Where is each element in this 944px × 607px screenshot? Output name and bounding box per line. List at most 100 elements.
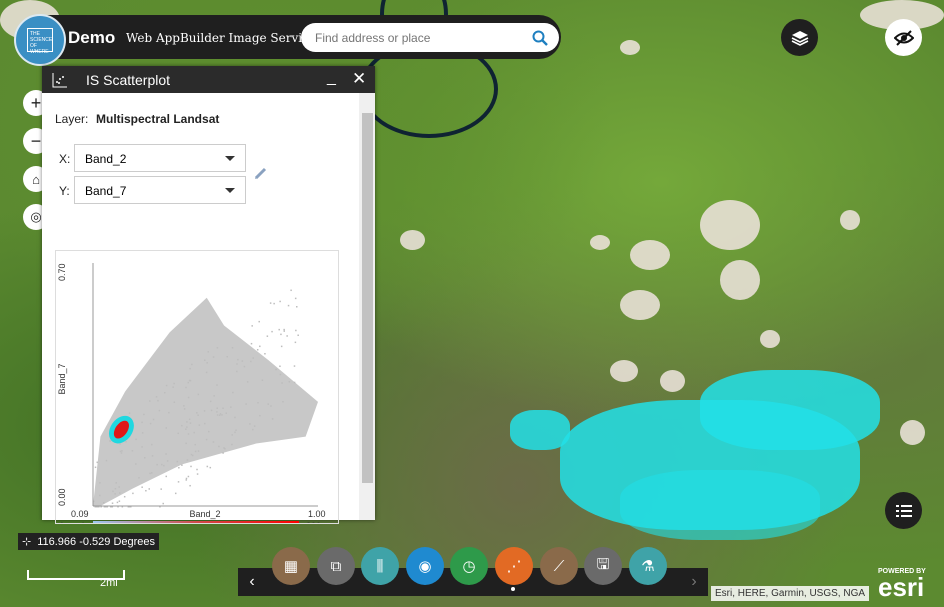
widget-image-display-button[interactable]: ▦ [272, 547, 310, 585]
scatter-point [252, 357, 254, 359]
scatter-point [296, 305, 298, 308]
scatter-point [190, 453, 193, 456]
scatter-point [157, 399, 159, 402]
scatter-point [163, 464, 165, 467]
panel-header[interactable]: IS Scatterplot _ ✕ [42, 66, 375, 93]
scatter-point [216, 384, 218, 386]
widget-visibility-button[interactable]: ◉ [406, 547, 444, 585]
scatter-point [197, 393, 200, 396]
pencil-icon[interactable] [254, 166, 268, 180]
scatterplot-chart[interactable]: 0.09 1.00 0.00 0.70 Band_2 Band_7 freq: 1 200+ [55, 250, 339, 531]
panel-scrollbar[interactable] [359, 93, 375, 520]
scatter-point [278, 328, 280, 331]
scatter-point [216, 347, 219, 349]
dock-prev-button[interactable]: ‹ [238, 568, 266, 596]
attribute-table-button[interactable] [885, 492, 922, 529]
widget-compare-button[interactable]: ⧉ [317, 547, 355, 585]
scrollbar-thumb[interactable] [362, 113, 373, 483]
scatter-point [226, 355, 228, 358]
search-button[interactable] [525, 25, 555, 50]
scatter-point [234, 431, 236, 434]
chevron-left-icon: ‹ [249, 573, 255, 590]
scatter-point [206, 465, 209, 468]
widget-scatterplot-button[interactable]: ⋰ [495, 547, 533, 585]
cloud [900, 420, 925, 445]
scatter-point [187, 433, 190, 435]
logo-text: THE SCIENCE OF WHERE [27, 28, 53, 55]
close-button[interactable]: ✕ [352, 69, 366, 89]
widget-time-button[interactable]: ◷ [450, 547, 488, 585]
list-icon [895, 504, 912, 517]
scatter-point [105, 459, 108, 462]
scatter-point [160, 488, 162, 490]
scatter-point [158, 409, 161, 412]
y-band-select[interactable]: Band_7 [74, 176, 246, 204]
close-icon: ✕ [352, 69, 367, 88]
scatter-point [258, 320, 260, 323]
scatter-point [177, 432, 179, 435]
scatter-point [207, 351, 210, 353]
scatter-point [256, 349, 259, 351]
cloud [700, 200, 760, 250]
scatter-point [141, 446, 143, 448]
scatter-point [135, 438, 137, 441]
scatter-point [294, 297, 297, 300]
scatter-point [138, 477, 140, 479]
app-logo[interactable]: THE SCIENCE OF WHERE [14, 14, 66, 66]
scatter-point [279, 365, 281, 368]
widget-profile-button[interactable]: ⟋ [540, 547, 578, 585]
scatter-point [187, 381, 190, 384]
scatter-point [221, 414, 223, 416]
scatter-point [118, 500, 121, 502]
eye-grid-icon: ◉ [418, 558, 432, 575]
scatter-point [165, 427, 168, 429]
widget-export-button[interactable]: 🖫 [584, 547, 622, 585]
x-axis-label: X: [59, 152, 71, 166]
scatter-point [156, 463, 158, 466]
scatter-point [293, 365, 296, 367]
scatter-point [145, 489, 147, 492]
scatter-point [273, 302, 275, 305]
scatter-point [234, 416, 236, 419]
visibility-toggle-button[interactable] [885, 19, 922, 56]
minimize-button[interactable]: _ [327, 69, 336, 87]
layer-label: Layer: [55, 112, 89, 126]
scatter-point [168, 411, 170, 414]
scatter-point [189, 379, 192, 382]
scatter-point [198, 424, 201, 426]
x-band-select[interactable]: Band_2 [74, 144, 246, 172]
y-tick-label: 0.70 [57, 263, 67, 281]
scatter-point [205, 438, 208, 441]
scatter-point [183, 408, 186, 410]
esri-logo[interactable]: POWERED BY esri [878, 568, 926, 600]
scatter-point [243, 365, 246, 368]
layer-list-button[interactable] [781, 19, 818, 56]
dock-page-indicator [511, 587, 515, 591]
cloud [840, 210, 860, 230]
search-input[interactable] [313, 28, 527, 48]
scatter-point [193, 431, 195, 434]
scatter-point [231, 434, 233, 436]
scatter-point [144, 457, 146, 459]
coordinate-display[interactable]: ⊹ 116.966 -0.529 Degrees [18, 533, 160, 550]
layers-icon [791, 30, 808, 46]
widget-renderer-button[interactable]: ⫼ [361, 547, 399, 585]
scatter-point [219, 413, 222, 415]
scatter-point [281, 382, 283, 384]
cloud [400, 230, 425, 250]
scatter-point [155, 396, 158, 398]
flask-icon: ⚗ [641, 558, 655, 575]
widget-measure-button[interactable]: ⚗ [629, 547, 667, 585]
scatter-point [246, 381, 249, 383]
scatter-point [206, 362, 208, 364]
dock-next-button[interactable]: › [680, 568, 708, 596]
scatter-point [177, 481, 180, 483]
scatter-point [121, 450, 123, 452]
scatter-point [118, 486, 120, 488]
scatter-point [186, 421, 188, 423]
scatter-point [116, 501, 119, 504]
scatter-point [194, 443, 196, 446]
scatter-point [212, 356, 215, 358]
y-axis-label: Y: [59, 184, 70, 198]
scatter-point [283, 328, 285, 331]
